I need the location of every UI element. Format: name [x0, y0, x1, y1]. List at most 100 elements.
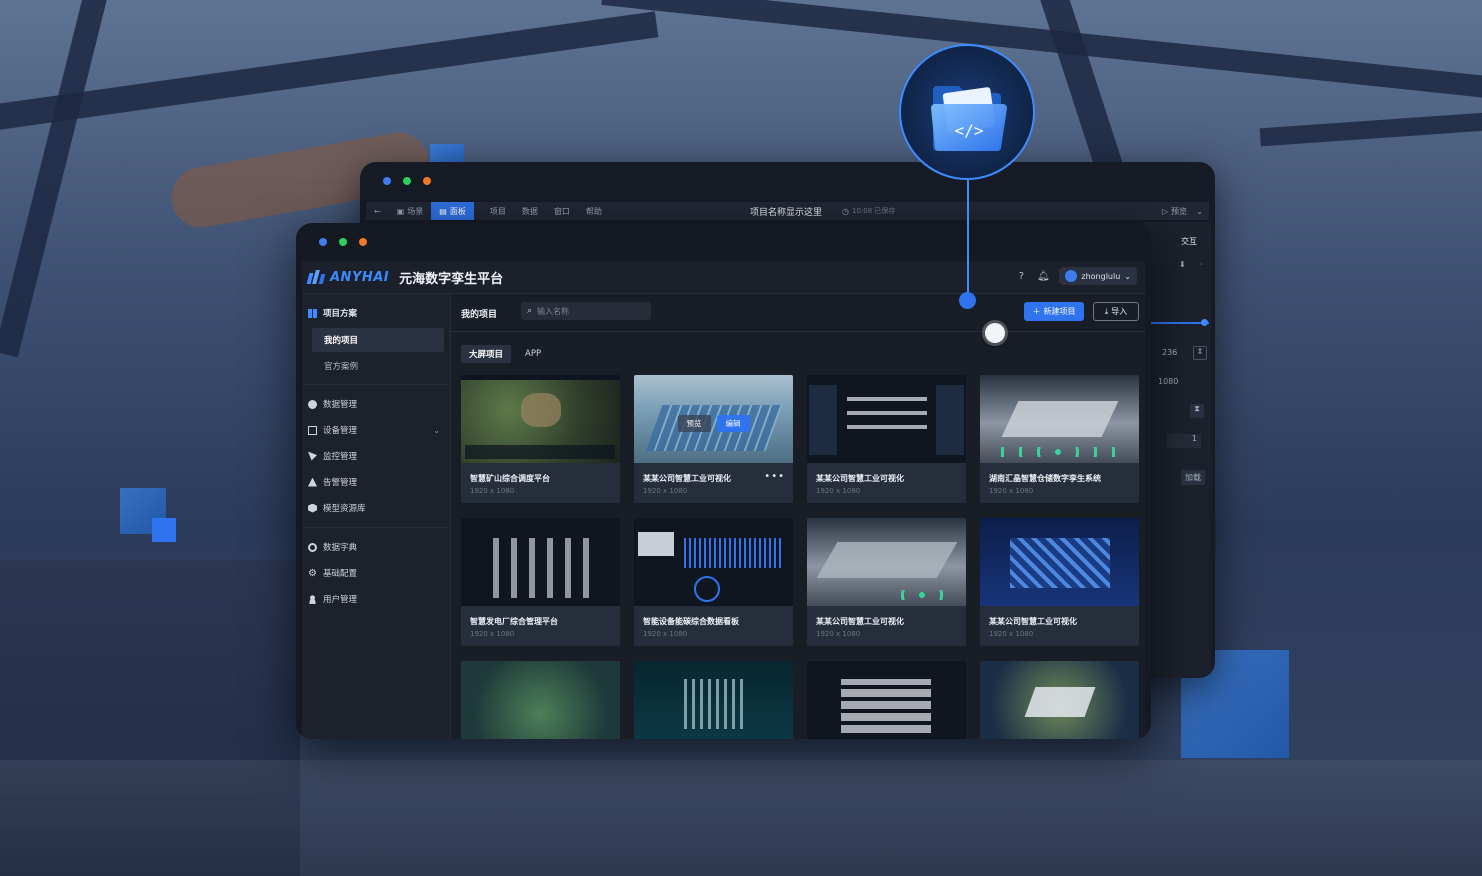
window-dot-blue[interactable] [319, 238, 327, 246]
edit-button[interactable]: 编辑 [716, 415, 750, 432]
logo-text: ANYHAI [330, 269, 390, 285]
search-input[interactable]: ⌕ 输入名称 [521, 302, 651, 320]
sidebar-item-alarm[interactable]: 告警管理 [302, 469, 450, 495]
preview-button[interactable]: 预览 [677, 415, 711, 432]
connector-line [967, 180, 969, 300]
project-thumbnail [980, 661, 1139, 739]
sidebar-item-my-projects[interactable]: 我的项目 [312, 328, 444, 352]
project-thumbnail [980, 375, 1139, 463]
menu-help[interactable]: 帮助 [578, 202, 610, 220]
project-title: 湖南汇晶智慧仓储数字孪生系统 [989, 474, 1101, 483]
anyhai-logo-icon [306, 270, 326, 284]
tab-big-screen[interactable]: 大屏项目 [461, 345, 512, 363]
preview-button[interactable]: ▷ 预览 [1162, 206, 1187, 217]
sidebar-item-devices[interactable]: 设备管理 ⌄ [302, 417, 450, 443]
window-dot-blue[interactable] [383, 177, 391, 185]
bg-beam [0, 0, 110, 358]
dictionary-icon [308, 542, 317, 552]
import-button[interactable]: ⤓ 导入 [1093, 302, 1139, 321]
window-dot-green[interactable] [339, 238, 347, 246]
project-thumbnail [461, 518, 620, 606]
bell-icon[interactable]: 🔔︎ [1037, 270, 1050, 282]
value-input[interactable]: 1 [1167, 434, 1201, 448]
hourglass-icon[interactable]: ⧗ [1190, 404, 1204, 418]
more-icon[interactable]: ••• [764, 471, 785, 482]
sidebar-item-config[interactable]: ⚙ 基础配置 [302, 560, 450, 586]
menu-window[interactable]: 窗口 [546, 202, 578, 220]
help-icon[interactable]: ? [1015, 270, 1027, 282]
properties-panel: 交互 ⬇ · 236 ⇕ 1080 ⧗ 1 加载 [1145, 222, 1211, 678]
sidebar-item-users[interactable]: 用户管理 [302, 586, 450, 612]
project-name: 项目名称显示这里 [750, 207, 823, 218]
tab-app[interactable]: APP [517, 345, 549, 363]
project-size: 1920 x 1080 [816, 487, 861, 495]
project-card[interactable] [461, 661, 620, 739]
chevron-down-icon[interactable]: ⌄ [1196, 207, 1203, 216]
avatar [1065, 270, 1078, 282]
opacity-slider-handle[interactable] [1201, 319, 1208, 326]
project-size: 1920 x 1080 [816, 630, 861, 638]
clock-icon: ◷ [842, 206, 849, 216]
load-button[interactable]: 加载 [1181, 470, 1205, 485]
plus-icon: ＋ [1032, 307, 1041, 316]
project-card[interactable]: 某某公司智慧工业可视化 1920 x 1080 [807, 375, 966, 503]
sidebar-group-projects[interactable]: 项目方案 [302, 300, 450, 326]
project-card[interactable] [634, 661, 793, 739]
deco-square [152, 518, 176, 542]
panel-icon: ▤ [439, 206, 447, 216]
tab-panel[interactable]: ▤ 面板 [431, 202, 474, 220]
sidebar-item-official-cases[interactable]: 官方案例 [312, 354, 444, 378]
sidebar-item-dictionary[interactable]: 数据字典 [302, 534, 450, 560]
brand-logo[interactable]: ANYHAI [306, 269, 390, 285]
pin-icon[interactable]: ⬇ [1179, 260, 1186, 269]
code-folder-badge: </> [899, 44, 1035, 180]
top-bar: ANYHAI 元海数字孪生平台 ? 🔔︎ zhonglulu ⌄ [302, 261, 1145, 294]
menu-project[interactable]: 项目 [482, 202, 514, 220]
tab-scene[interactable]: ▣ 场景 [389, 202, 432, 220]
monitor-icon [308, 451, 317, 461]
back-button[interactable]: ← [366, 202, 389, 220]
project-thumbnail: 预览 编辑 [634, 375, 793, 463]
project-card[interactable]: 智能设备能碳综合数据看板 1920 x 1080 [634, 518, 793, 646]
project-card[interactable]: 湖南汇晶智慧仓储数字孪生系统 1920 x 1080 [980, 375, 1139, 503]
user-menu[interactable]: zhonglulu ⌄ [1059, 267, 1137, 285]
tab-interact[interactable]: 交互 [1181, 236, 1197, 247]
project-card[interactable]: 某某公司智慧工业可视化 1920 x 1080 [807, 518, 966, 646]
lock-ratio-icon[interactable]: ⇕ [1193, 346, 1207, 360]
sidebar-item-monitor[interactable]: 监控管理 [302, 443, 450, 469]
page-title: 我的项目 [461, 310, 498, 320]
chevron-down-icon: ⌄ [433, 425, 440, 435]
bg-beam [1259, 111, 1482, 147]
window-dot-green[interactable] [403, 177, 411, 185]
height-input[interactable]: 1080 [1158, 377, 1178, 386]
project-card[interactable]: 智慧矿山综合调度平台 1920 x 1080 [461, 375, 620, 503]
main-header: 我的项目 ⌕ 输入名称 ＋ 新建项目 ⤓ 导入 [451, 294, 1145, 332]
window-dot-orange[interactable] [359, 238, 367, 246]
front-window: ANYHAI 元海数字孪生平台 ? 🔔︎ zhonglulu ⌄ 项目方案 我的… [296, 223, 1151, 739]
project-card[interactable]: 智慧发电厂综合管理平台 1920 x 1080 [461, 518, 620, 646]
user-icon [308, 594, 317, 604]
project-card[interactable] [980, 661, 1139, 739]
project-thumbnail [807, 375, 966, 463]
project-title: 某某公司智慧工业可视化 [989, 617, 1077, 626]
chevron-down-icon: ⌄ [1124, 271, 1131, 281]
gear-icon: ⚙ [308, 567, 317, 579]
opacity-slider[interactable] [1149, 322, 1209, 324]
window-controls [319, 238, 367, 246]
width-input[interactable]: 236 [1162, 348, 1177, 357]
project-card[interactable]: 预览 编辑 某某公司智慧工业可视化 1920 x 1080 ••• [634, 375, 793, 503]
sidebar-item-models[interactable]: 模型资源库 [302, 495, 450, 521]
new-project-button[interactable]: ＋ 新建项目 [1024, 302, 1084, 321]
project-grid: 智慧矿山综合调度平台 1920 x 1080 预览 编辑 某某公司智慧工业可视化… [461, 375, 1141, 739]
project-card[interactable]: 某某公司智慧工业可视化 1920 x 1080 [980, 518, 1139, 646]
project-title: 智能设备能碳综合数据看板 [643, 617, 739, 626]
sidebar-item-data[interactable]: 数据管理 [302, 391, 450, 417]
scene-icon: ▣ [396, 206, 405, 216]
top-bar-actions: ? 🔔︎ zhonglulu ⌄ [1015, 267, 1137, 285]
project-card[interactable] [807, 661, 966, 739]
menu-data[interactable]: 数据 [514, 202, 546, 220]
drag-handle[interactable] [985, 323, 1005, 343]
window-dot-orange[interactable] [423, 177, 431, 185]
save-status: ◷ 10:08 已保存 [842, 206, 896, 216]
project-size: 1920 x 1080 [643, 487, 688, 495]
